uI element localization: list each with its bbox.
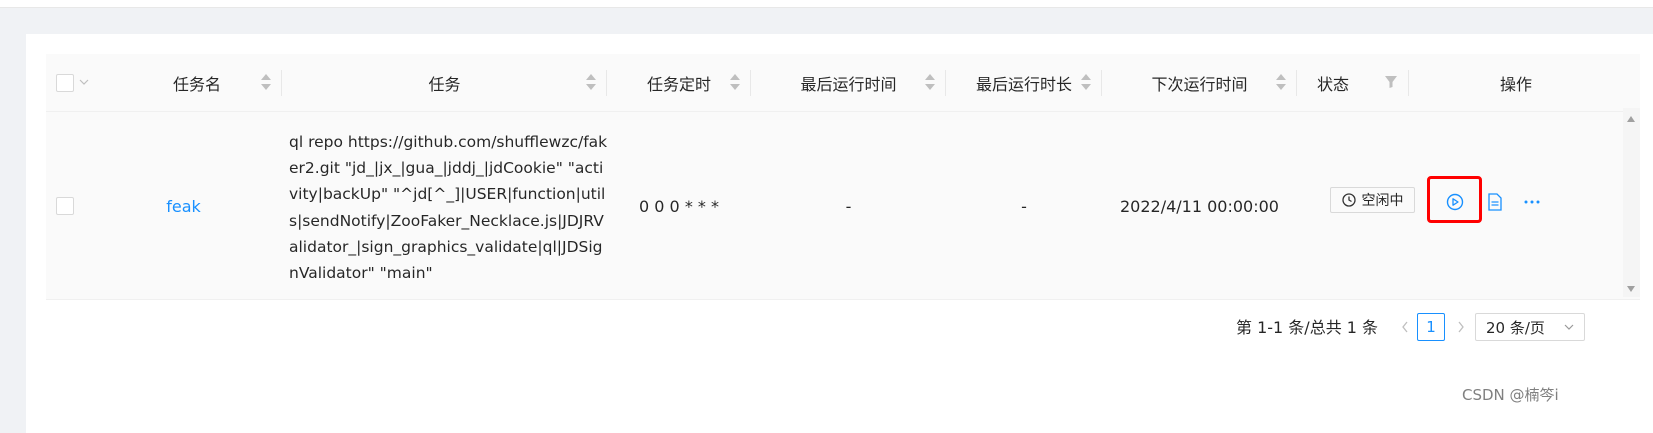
watermark: CSDN @楠笒i — [1462, 386, 1559, 404]
vertical-scrollbar[interactable] — [1623, 108, 1640, 297]
column-header-label: 下次运行时间 — [1151, 75, 1248, 94]
last-run-time-cell: - — [751, 112, 946, 300]
sort-icon[interactable] — [925, 74, 935, 92]
select-all-checkbox[interactable] — [56, 74, 74, 92]
column-header-label: 操作 — [1499, 75, 1532, 94]
status-label: 空闲中 — [1361, 193, 1404, 209]
pagination-prev-button[interactable] — [1397, 317, 1413, 337]
scroll-up-arrow-icon[interactable] — [1627, 116, 1635, 122]
column-header-actions: 操作 — [1409, 54, 1623, 112]
page-size-select[interactable]: 20 条/页 — [1475, 313, 1585, 341]
chevron-down-icon — [1564, 324, 1574, 330]
next-run-time-cell: 2022/4/11 00:00:00 — [1102, 112, 1297, 300]
column-header-label: 状态 — [1317, 75, 1350, 94]
column-header-name[interactable]: 任务名 — [112, 54, 282, 112]
task-name-cell: feak — [112, 112, 255, 300]
log-button[interactable] — [1484, 191, 1506, 213]
column-header-label: 最后运行时间 — [800, 75, 897, 94]
column-header-last-run-time[interactable]: 最后运行时间 — [751, 54, 946, 112]
chevron-right-icon — [1458, 321, 1464, 333]
table-header: 任务名 任务 任务定时 最后运行时间 最后运行时长 下次运行时间 状态 操作 — [46, 54, 1640, 112]
sort-icon[interactable] — [1276, 74, 1286, 92]
clock-icon — [1341, 193, 1356, 207]
schedule-cell: 0 0 0 * * * — [607, 112, 751, 300]
top-bar — [0, 0, 1653, 8]
row-checkbox[interactable] — [56, 197, 74, 215]
column-header-last-run-duration[interactable]: 最后运行时长 — [946, 54, 1102, 112]
status-badge: 空闲中 — [1330, 187, 1415, 213]
more-button[interactable] — [1521, 191, 1543, 213]
task-table: 任务名 任务 任务定时 最后运行时间 最后运行时长 下次运行时间 状态 操作 f… — [46, 54, 1640, 300]
column-header-label: 任务名 — [172, 75, 221, 94]
task-command: ql repo https://github.com/shufflewzc/fa… — [289, 133, 608, 283]
run-button[interactable] — [1444, 191, 1466, 213]
sort-icon[interactable] — [730, 74, 740, 92]
schedule-value: 0 0 0 * * * — [639, 196, 719, 216]
file-text-icon — [1488, 193, 1502, 211]
column-header-next-run-time[interactable]: 下次运行时间 — [1102, 54, 1297, 112]
next-run-time-value: 2022/4/11 00:00:00 — [1120, 196, 1279, 216]
column-header-label: 最后运行时长 — [975, 75, 1072, 94]
more-icon — [1524, 200, 1540, 204]
page-size-value: 20 条/页 — [1486, 318, 1545, 337]
scroll-down-arrow-icon[interactable] — [1627, 286, 1635, 292]
column-header-command[interactable]: 任务 — [282, 54, 607, 112]
sort-icon[interactable] — [1081, 74, 1091, 92]
chevron-left-icon — [1402, 321, 1408, 333]
task-name-link[interactable]: feak — [166, 197, 201, 216]
chevron-down-icon[interactable] — [79, 77, 89, 87]
sort-icon[interactable] — [261, 74, 271, 92]
column-header-label: 任务 — [428, 75, 461, 94]
pagination-total: 第 1-1 条/总共 1 条 — [1236, 318, 1379, 337]
pagination-page-1[interactable]: 1 — [1417, 313, 1445, 341]
filter-icon[interactable] — [1384, 75, 1398, 89]
sort-icon[interactable] — [586, 74, 596, 92]
last-run-duration-cell: - — [946, 112, 1102, 300]
column-header-label: 任务定时 — [646, 75, 711, 94]
last-run-duration-value: - — [1021, 196, 1027, 216]
play-circle-icon — [1446, 193, 1464, 211]
pagination-next-button[interactable] — [1453, 317, 1469, 337]
last-run-time-value: - — [845, 196, 852, 216]
